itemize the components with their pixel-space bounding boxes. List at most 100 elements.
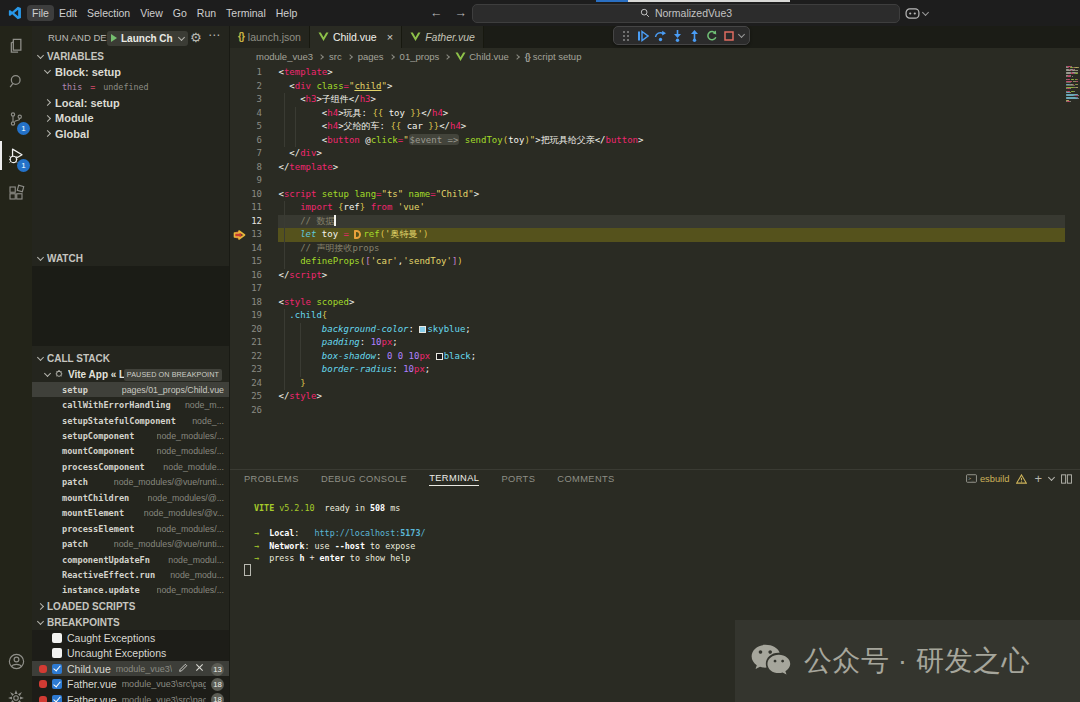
breadcrumb-item[interactable]: pages <box>358 51 384 62</box>
menu-run[interactable]: Run <box>192 5 221 21</box>
debug-session-row[interactable]: Vite App « L...PAUSED ON BREAKPOINT <box>32 366 230 382</box>
debug-step-over-button[interactable] <box>653 29 667 43</box>
activity-extensions[interactable] <box>0 174 32 211</box>
menu-view[interactable]: View <box>135 5 168 21</box>
scope-row[interactable]: Local: setup <box>32 95 230 111</box>
section-loaded-scripts[interactable]: LOADED SCRIPTS <box>32 598 230 614</box>
gutter[interactable]: 12 <box>230 215 278 229</box>
menu-terminal[interactable]: Terminal <box>221 5 271 21</box>
new-terminal-icon[interactable]: + <box>1034 471 1042 486</box>
command-center-search[interactable]: NormalizedVue3 <box>472 4 900 23</box>
stack-frame-row[interactable]: patchnode_modules/@vue/runti... <box>32 475 230 490</box>
stack-frame-row[interactable]: processComponentnode_module... <box>32 459 230 474</box>
gutter[interactable]: 17 <box>230 282 278 296</box>
panel-tab-problems[interactable]: PROBLEMS <box>244 472 299 486</box>
breakpoint-checkbox[interactable] <box>52 664 62 674</box>
gutter[interactable]: 21 <box>230 336 278 350</box>
chevron-down-icon[interactable] <box>1048 474 1055 481</box>
scope-row[interactable]: Block: setup <box>32 64 230 80</box>
split-terminal-icon[interactable] <box>1061 474 1072 484</box>
scope-row[interactable]: Module <box>32 111 230 127</box>
scope-row[interactable]: Global <box>32 126 230 142</box>
breadcrumb-item[interactable]: Child.vue <box>455 51 509 62</box>
terminal-output[interactable]: VITE v5.2.10 ready in 508 ms → Local: ht… <box>230 488 1080 566</box>
section-watch[interactable]: WATCH <box>32 250 230 266</box>
stack-frame-row[interactable]: processElementnode_modules/... <box>32 521 230 536</box>
variable-row[interactable]: this=undefined <box>32 80 230 96</box>
breakpoint-row[interactable]: Father.vuemodule_vue3\src\pag...18 <box>32 676 230 691</box>
gutter[interactable]: 13 <box>230 228 278 242</box>
stack-frame-row[interactable]: callWithErrorHandlingnode_m... <box>32 397 230 412</box>
copilot-icon[interactable] <box>905 8 920 19</box>
activity-accounts[interactable] <box>0 644 32 678</box>
section-call-stack[interactable]: CALL STACK <box>32 350 230 366</box>
activity-search[interactable] <box>0 63 32 100</box>
gutter[interactable]: 2 <box>230 80 278 94</box>
stack-frame-row[interactable]: setupComponentnode_modules/... <box>32 428 230 443</box>
stack-frame-row[interactable]: mountElementnode_modules/@v... <box>32 506 230 521</box>
chevron-down-icon[interactable] <box>738 31 745 38</box>
breakpoint-checkbox[interactable] <box>52 633 62 643</box>
gutter[interactable]: 10 <box>230 188 278 202</box>
terminal-process[interactable]: >_ esbuild <box>966 474 1009 484</box>
activity-source-control[interactable]: 1 <box>0 100 32 137</box>
stack-frame-row[interactable]: instance.updatenode_modules/... <box>32 583 230 598</box>
panel-tab-comments[interactable]: COMMENTS <box>557 472 614 486</box>
breadcrumb-item[interactable]: {}script setup <box>525 51 582 62</box>
nav-back-icon[interactable]: ← <box>430 6 443 20</box>
menu-file[interactable]: File <box>27 5 54 21</box>
stack-frame-row[interactable]: componentUpdateFnnode_modul... <box>32 552 230 567</box>
gutter[interactable]: 5 <box>230 120 278 134</box>
nav-forward-icon[interactable]: → <box>455 6 468 20</box>
remove-breakpoint-icon[interactable] <box>195 663 204 672</box>
gutter[interactable]: 8 <box>230 161 278 175</box>
activity-explorer[interactable] <box>0 26 32 63</box>
gutter[interactable]: 7 <box>230 147 278 161</box>
menu-help[interactable]: Help <box>271 5 303 21</box>
gutter[interactable]: 3 <box>230 93 278 107</box>
debug-step-out-button[interactable] <box>688 29 702 43</box>
panel-tab-debug-console[interactable]: DEBUG CONSOLE <box>321 472 407 486</box>
gutter[interactable]: 24 <box>230 377 278 391</box>
toolbar-drag-grip[interactable] <box>619 29 633 43</box>
menu-go[interactable]: Go <box>168 5 192 21</box>
debug-continue-button[interactable] <box>636 29 650 43</box>
gutter[interactable]: 15 <box>230 255 278 269</box>
debug-step-into-button[interactable] <box>670 29 684 43</box>
debug-gear-icon[interactable]: ⚙ <box>190 30 202 45</box>
start-debug-icon[interactable] <box>111 34 117 42</box>
stack-frame-row[interactable]: mountComponentnode_modules/... <box>32 444 230 459</box>
debug-restart-button[interactable] <box>705 29 719 43</box>
gutter[interactable]: 23 <box>230 363 278 377</box>
edit-breakpoint-icon[interactable] <box>178 663 188 673</box>
gutter[interactable]: 11 <box>230 201 278 215</box>
menu-edit[interactable]: Edit <box>54 5 82 21</box>
section-variables[interactable]: VARIABLES <box>32 48 230 64</box>
gutter[interactable]: 26 <box>230 404 278 418</box>
gutter[interactable]: 6 <box>230 134 278 148</box>
gutter[interactable]: 25 <box>230 390 278 404</box>
stack-frame-row[interactable]: patchnode_modules/@vue/runti... <box>32 536 230 551</box>
panel-tab-terminal[interactable]: TERMINAL <box>429 471 479 486</box>
gutter[interactable]: 22 <box>230 350 278 364</box>
close-icon[interactable]: × <box>387 31 393 43</box>
tab-child-vue[interactable]: Child.vue× <box>310 26 402 48</box>
breadcrumb-item[interactable]: 01_props <box>400 51 440 62</box>
tab-father-vue[interactable]: Father.vue <box>402 26 484 48</box>
breadcrumb[interactable]: module_vue3srcpages01_propsChild.vue{}sc… <box>230 48 1080 67</box>
exception-breakpoint-row[interactable]: Uncaught Exceptions <box>32 646 230 661</box>
gutter[interactable]: 19 <box>230 309 278 323</box>
stack-frame-row[interactable]: mountChildrennode_modules/@... <box>32 490 230 505</box>
gutter[interactable]: 16 <box>230 269 278 283</box>
menu-selection[interactable]: Selection <box>82 5 135 21</box>
activity-run-debug[interactable]: 1 <box>0 137 32 174</box>
breakpoint-checkbox[interactable] <box>52 648 62 658</box>
code-editor[interactable]: 1<template>2 <div class="child">3 <h3>子组… <box>230 66 1080 469</box>
stack-frame-row[interactable]: ReactiveEffect.runnode_modu... <box>32 567 230 582</box>
panel-tab-ports[interactable]: PORTS <box>501 472 535 486</box>
breadcrumb-item[interactable]: src <box>329 51 342 62</box>
gutter[interactable]: 1 <box>230 66 278 80</box>
activity-settings[interactable] <box>0 678 32 702</box>
section-breakpoints[interactable]: BREAKPOINTS <box>32 614 230 630</box>
exception-breakpoint-row[interactable]: Caught Exceptions <box>32 630 230 645</box>
